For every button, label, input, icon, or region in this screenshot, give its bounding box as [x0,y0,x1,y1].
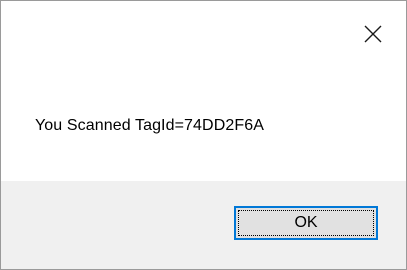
close-button[interactable] [351,13,395,55]
message-dialog: You Scanned TagId=74DD2F6A OK [0,0,407,270]
ok-button-label: OK [294,214,318,231]
ok-button[interactable]: OK [234,206,378,240]
message-text: You Scanned TagId=74DD2F6A [35,117,264,134]
close-icon [364,25,382,43]
dialog-content: You Scanned TagId=74DD2F6A [1,65,406,181]
title-bar [1,1,406,65]
dialog-footer: OK [1,181,406,269]
